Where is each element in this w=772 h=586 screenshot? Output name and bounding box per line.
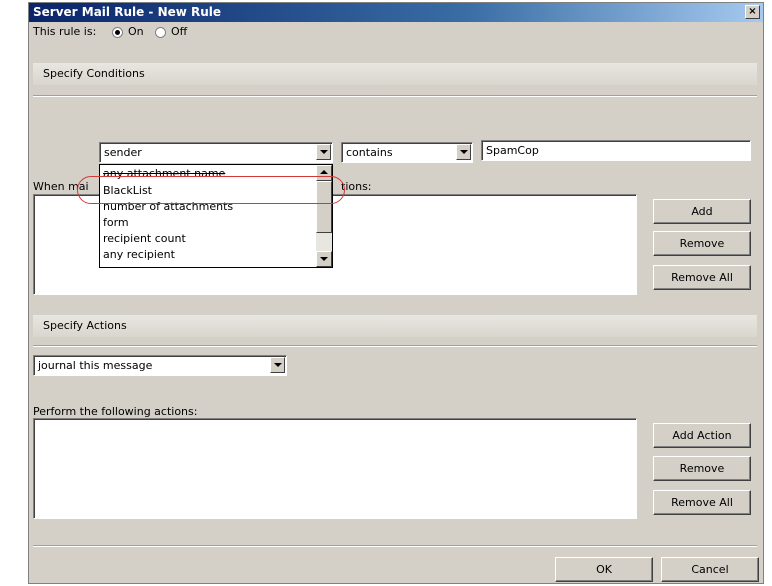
action-select-value: journal this message: [38, 359, 153, 372]
dropdown-option[interactable]: form: [103, 216, 129, 229]
remove-all-conditions-label: Remove All: [671, 271, 733, 284]
actions-list-label: Perform the following actions:: [33, 405, 198, 418]
chevron-down-icon[interactable]: [270, 357, 285, 373]
chevron-down-icon[interactable]: [316, 144, 331, 160]
remove-condition-button[interactable]: Remove: [653, 231, 751, 256]
highlight-callout: [77, 176, 345, 204]
remove-action-label: Remove: [679, 462, 725, 475]
scroll-down-icon[interactable]: [316, 251, 332, 267]
remove-action-button[interactable]: Remove: [653, 456, 751, 481]
add-condition-label: Add: [691, 205, 713, 218]
action-select[interactable]: journal this message: [33, 355, 287, 376]
dropdown-option[interactable]: recipient count: [103, 232, 186, 245]
rule-off-label: Off: [171, 25, 188, 38]
dropdown-option[interactable]: any recipient: [103, 248, 175, 261]
rule-off-radio[interactable]: [155, 27, 166, 38]
conditions-list-label-tail: tions:: [341, 180, 372, 193]
condition-field-value: sender: [104, 146, 142, 159]
conditions-section-header: Specify Conditions: [33, 63, 757, 85]
title-bar[interactable]: Server Mail Rule - New Rule ×: [29, 3, 763, 22]
add-action-button[interactable]: Add Action: [653, 423, 751, 448]
ok-button[interactable]: OK: [555, 557, 653, 582]
rule-on-radio[interactable]: [112, 27, 123, 38]
actions-section-label: Specify Actions: [43, 319, 127, 332]
divider: [33, 95, 757, 97]
remove-all-actions-button[interactable]: Remove All: [653, 490, 751, 515]
condition-value-input[interactable]: SpamCop: [481, 140, 751, 161]
condition-field-select[interactable]: sender: [99, 142, 333, 163]
condition-operator-value: contains: [346, 146, 393, 159]
add-condition-button[interactable]: Add: [653, 199, 751, 224]
condition-operator-select[interactable]: contains: [341, 142, 473, 163]
chevron-down-icon[interactable]: [456, 144, 471, 160]
remove-condition-label: Remove: [679, 237, 725, 250]
remove-all-conditions-button[interactable]: Remove All: [653, 265, 751, 290]
remove-all-actions-label: Remove All: [671, 496, 733, 509]
divider: [33, 345, 757, 347]
actions-section-header: Specify Actions: [33, 315, 757, 337]
actions-list[interactable]: [33, 418, 637, 519]
rule-state-label: This rule is:: [33, 25, 97, 38]
rule-on-label: On: [128, 25, 144, 38]
conditions-section-label: Specify Conditions: [43, 67, 145, 80]
add-action-label: Add Action: [672, 429, 732, 442]
cancel-label: Cancel: [691, 563, 729, 576]
divider: [33, 545, 757, 547]
ok-label: OK: [596, 563, 612, 576]
window-title: Server Mail Rule - New Rule: [33, 5, 222, 19]
close-icon[interactable]: ×: [745, 5, 760, 19]
mail-rule-dialog: Server Mail Rule - New Rule × This rule …: [28, 2, 764, 584]
condition-value-text: SpamCop: [486, 144, 539, 157]
cancel-button[interactable]: Cancel: [661, 557, 759, 582]
